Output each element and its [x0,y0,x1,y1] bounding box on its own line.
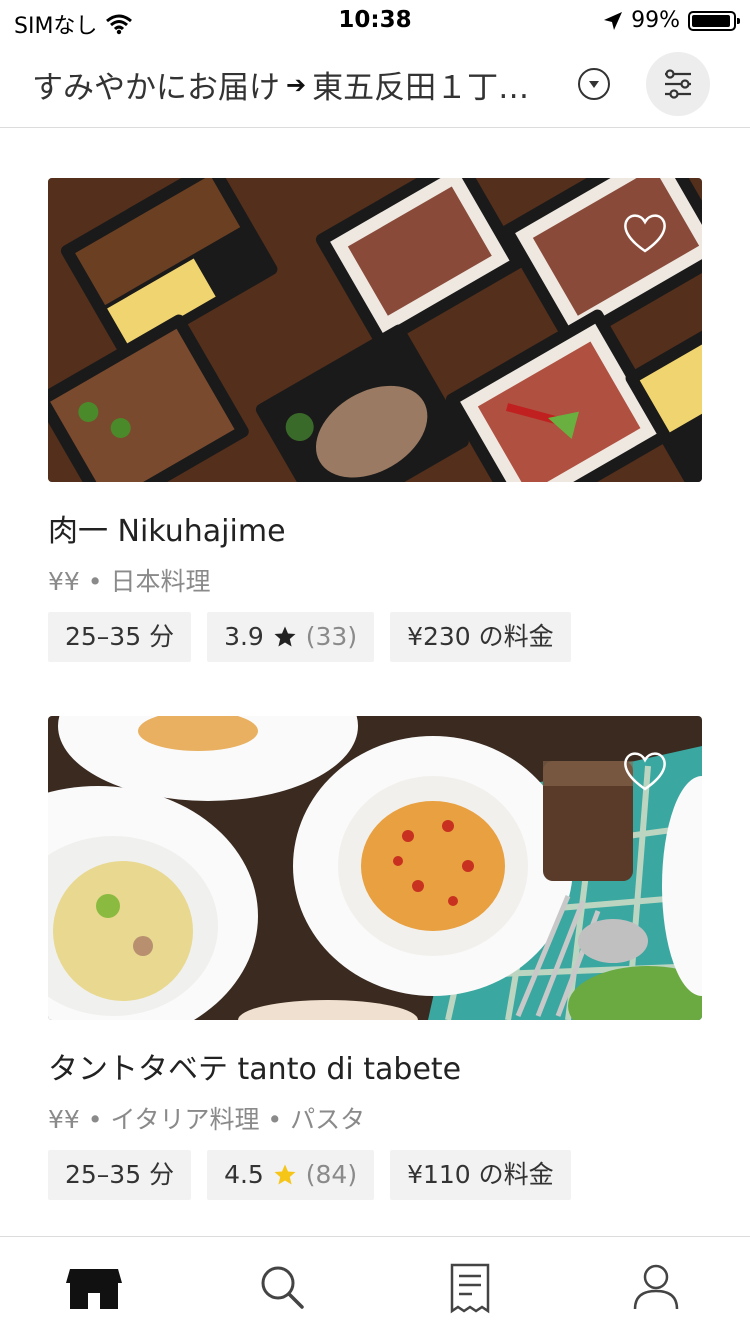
delivery-mode-label: すみやかにお届け [32,70,280,106]
delivery-fee-chip: ¥230 の料金 [390,612,571,662]
location-arrow-icon [604,11,623,30]
sliders-icon [665,69,691,99]
status-bar: SIMなし 10:38 99% [0,0,750,40]
restaurant-chips: 25–35 分 3.9 (33) ¥230 の料金 [48,612,702,662]
restaurant-card[interactable]: タントタベテ tanto di tabete ¥¥ • イタリア料理 • パスタ… [48,716,702,1200]
search-icon [261,1266,304,1309]
arrow-right-icon: ➔ [286,70,307,99]
delivery-location: 東五反田１丁… [312,70,530,106]
restaurant-card[interactable]: 肉一 Nikuhajime ¥¥ • 日本料理 25–35 分 3.9 (33)… [48,178,702,662]
bento-photo [48,178,702,482]
restaurant-photo [48,716,702,1020]
favorite-heart-icon[interactable] [622,212,668,254]
rating-count: (33) [305,622,358,651]
restaurant-chips: 25–35 分 4.5 (84) ¥110 の料金 [48,1150,702,1200]
rating-value: 3.9 [224,622,264,651]
status-right: 99% [603,8,740,33]
rating-count: (84) [305,1160,358,1189]
bottom-tab-bar [0,1236,750,1335]
tab-home[interactable] [64,1259,124,1317]
delivery-address[interactable]: すみやかにお届け ➔ 東五反田１丁… [32,62,529,107]
restaurant-meta: ¥¥ • 日本料理 [48,567,211,596]
pasta-photo [48,716,702,1020]
delivery-fee-chip: ¥110 の料金 [390,1150,571,1200]
rating-value: 4.5 [224,1160,264,1189]
rating-chip: 3.9 (33) [207,612,375,662]
restaurant-photo [48,178,702,482]
tab-account[interactable] [626,1259,686,1317]
filter-button[interactable] [646,52,710,116]
tab-orders[interactable] [440,1259,500,1317]
header: すみやかにお届け ➔ 東五反田１丁… [0,40,750,128]
restaurant-name: 肉一 Nikuhajime [48,514,286,549]
account-icon [633,1264,679,1310]
restaurant-meta: ¥¥ • イタリア料理 • パスタ [48,1105,366,1134]
restaurant-name: タントタベテ tanto di tabete [48,1052,462,1087]
receipt-icon [450,1263,490,1314]
rating-chip: 4.5 (84) [207,1150,375,1200]
battery-icon [688,10,740,31]
tab-search[interactable] [252,1259,312,1317]
chevron-down-icon[interactable] [578,68,610,100]
store-icon [66,1269,122,1309]
delivery-time-chip: 25–35 分 [48,612,192,662]
star-icon [274,1164,296,1185]
delivery-time-chip: 25–35 分 [48,1150,192,1200]
star-icon [274,626,296,647]
battery-percent: 99% [631,8,680,33]
favorite-heart-icon[interactable] [622,750,668,792]
